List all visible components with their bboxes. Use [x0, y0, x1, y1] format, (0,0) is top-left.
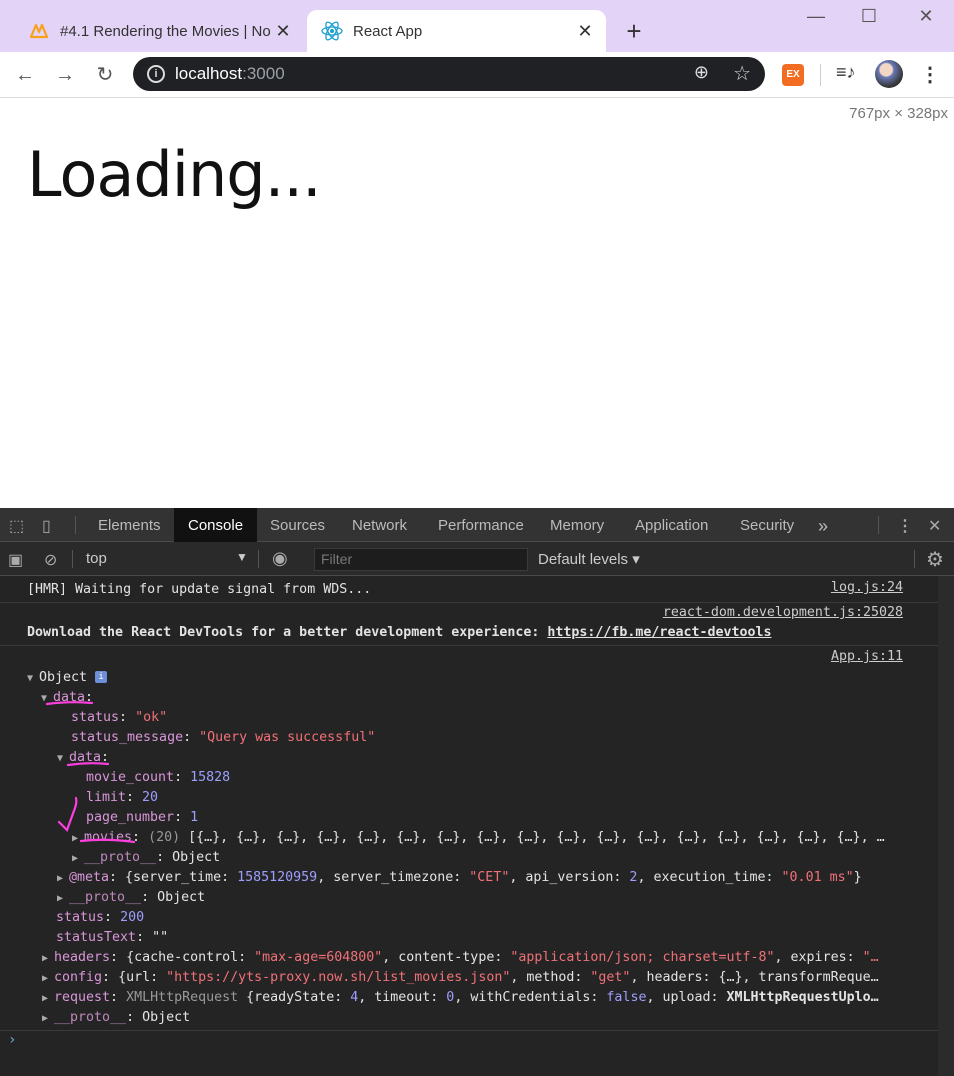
new-tab-button[interactable]: + — [620, 16, 648, 47]
console-message-devtools: Download the React DevTools for a better… — [27, 625, 772, 640]
bookmark-star-icon[interactable]: ☆ — [733, 61, 751, 86]
tree-node-data[interactable]: ▼ data: — [41, 688, 93, 708]
nomad-logo-icon — [28, 20, 50, 42]
tree-node-inner-data[interactable]: ▼ data: — [57, 748, 109, 768]
address-bar[interactable]: i localhost:3000 ⊕ ☆ — [133, 57, 765, 91]
tree-node-meta[interactable]: ▶ @meta: {server_time: 1585120959, server… — [57, 868, 862, 888]
tab-title: React App — [353, 22, 423, 40]
extension-icon[interactable]: EX — [782, 64, 804, 86]
message-divider — [0, 645, 938, 646]
console-toolbar: ▣ ⊘ top ▼ ◉ Filter Default levels ▾ ⚙ — [0, 542, 954, 576]
page-viewport: 767px × 328px Loading... — [0, 98, 954, 508]
object-root[interactable]: ▼ Object i — [27, 668, 108, 688]
tab-security[interactable]: Security — [728, 508, 806, 542]
tab-console[interactable]: Console — [174, 508, 258, 542]
info-icon[interactable]: i — [147, 65, 165, 83]
tree-node-proto[interactable]: ▶ __proto__: Object — [42, 1008, 190, 1028]
close-devtools-icon[interactable]: ✕ — [928, 516, 941, 536]
browser-toolbar: ← → ↻ i localhost:3000 ⊕ ☆ EX ≡♪ ⋮ — [0, 52, 954, 98]
tab-sources[interactable]: Sources — [258, 508, 337, 542]
browser-menu-icon[interactable]: ⋮ — [920, 62, 940, 87]
tab-strip: #4.1 Rendering the Movies | No ✕ React A… — [0, 0, 954, 52]
tab-title: #4.1 Rendering the Movies | No — [60, 22, 271, 40]
close-window-icon[interactable]: ✕ — [906, 6, 946, 27]
console-message-hmr: [HMR] Waiting for update signal from WDS… — [27, 582, 372, 597]
tree-prop-status-text: statusText: "" — [56, 930, 169, 945]
close-tab-icon[interactable]: ✕ — [272, 21, 294, 42]
react-logo-icon — [321, 20, 343, 42]
loading-text: Loading... — [27, 138, 322, 211]
minimize-icon[interactable]: — — [796, 6, 836, 27]
log-levels-dropdown[interactable]: Default levels ▾ — [538, 550, 640, 568]
forward-icon[interactable]: → — [50, 60, 80, 90]
source-link[interactable]: log.js:24 — [831, 580, 903, 595]
tree-node-config[interactable]: ▶ config: {url: "https://yts-proxy.now.sh… — [42, 968, 879, 988]
viewport-dimensions: 767px × 328px — [849, 105, 948, 122]
show-sidebar-icon[interactable]: ▣ — [8, 550, 23, 570]
tree-prop-movie-count: movie_count: 15828 — [86, 770, 231, 785]
tab-performance[interactable]: Performance — [426, 508, 536, 542]
inspect-element-icon[interactable]: ⬚ — [9, 516, 24, 536]
zoom-icon[interactable]: ⊕ — [694, 62, 709, 83]
console-scrollbar[interactable] — [938, 576, 954, 1076]
devtools-link[interactable]: https://fb.me/react-devtools — [547, 625, 771, 640]
back-icon[interactable]: ← — [10, 60, 40, 90]
message-divider — [0, 1030, 938, 1031]
devtools-tab-bar: ⬚ ▯ Elements Console Sources Network Per… — [0, 508, 954, 542]
tree-node-proto[interactable]: ▶ __proto__: Object — [72, 848, 220, 868]
tree-prop-status-message: status_message: "Query was successful" — [71, 730, 376, 745]
maximize-icon[interactable]: ☐ — [849, 6, 889, 27]
console-settings-gear-icon[interactable]: ⚙ — [926, 547, 944, 572]
source-link[interactable]: react-dom.development.js:25028 — [663, 605, 903, 620]
url-text: localhost:3000 — [175, 64, 285, 83]
tab-active[interactable]: React App ✕ — [307, 10, 606, 52]
tree-prop-limit: limit: 20 — [86, 790, 159, 805]
console-filter-input[interactable]: Filter — [314, 548, 528, 571]
tree-prop-status-code: status: 200 — [56, 910, 145, 925]
more-tabs-button[interactable]: » — [812, 508, 834, 542]
reload-icon[interactable]: ↻ — [90, 60, 120, 90]
context-selector[interactable]: top — [86, 550, 107, 567]
tab-memory[interactable]: Memory — [538, 508, 616, 542]
devtools-panel: ⬚ ▯ Elements Console Sources Network Per… — [0, 508, 954, 1076]
tree-prop-page-number: page_number: 1 — [86, 810, 199, 825]
console-prompt-icon[interactable]: › — [8, 1032, 16, 1048]
device-toolbar-icon[interactable]: ▯ — [42, 516, 51, 536]
source-link[interactable]: App.js:11 — [831, 649, 903, 664]
tab-application[interactable]: Application — [623, 508, 720, 542]
chevron-down-icon[interactable]: ▼ — [236, 550, 248, 564]
profile-avatar[interactable] — [875, 60, 903, 88]
tree-node-request[interactable]: ▶ request: XMLHttpRequest {readyState: 4,… — [42, 988, 879, 1008]
tree-prop-status: status: "ok" — [71, 710, 168, 725]
live-expression-eye-icon[interactable]: ◉ — [272, 548, 288, 569]
close-tab-icon[interactable]: ✕ — [574, 21, 596, 42]
console-output: [HMR] Waiting for update signal from WDS… — [0, 576, 938, 1076]
devtools-menu-icon[interactable]: ⋮ — [897, 516, 913, 536]
tree-node-proto[interactable]: ▶ __proto__: Object — [57, 888, 205, 908]
media-control-icon[interactable]: ≡♪ — [836, 62, 856, 83]
tree-node-headers[interactable]: ▶ headers: {cache-control: "max-age=60480… — [42, 948, 879, 968]
tab-inactive[interactable]: #4.1 Rendering the Movies | No ✕ — [14, 10, 304, 52]
message-divider — [0, 602, 938, 603]
toolbar-divider — [820, 64, 821, 86]
clear-console-icon[interactable]: ⊘ — [44, 550, 57, 570]
tab-network[interactable]: Network — [340, 508, 419, 542]
tree-node-movies[interactable]: ▶ movies: (20) [{…}, {…}, {…}, {…}, {…}, … — [72, 828, 885, 848]
info-badge-icon: i — [95, 671, 108, 683]
tab-elements[interactable]: Elements — [86, 508, 173, 542]
